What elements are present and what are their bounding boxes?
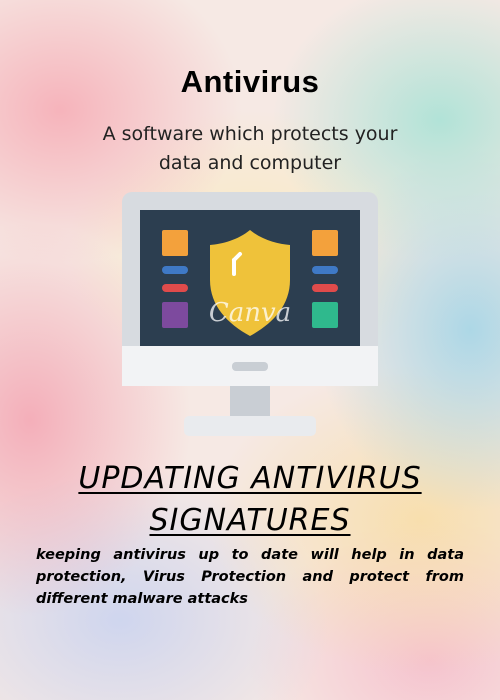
- bar-right-red: [312, 284, 338, 292]
- bar-right-blue: [312, 266, 338, 274]
- body-text: keeping antivirus up to date will help i…: [36, 547, 464, 607]
- monitor-chin-slot: [232, 362, 268, 371]
- poster-subtitle: A software which protects your data and …: [102, 123, 398, 174]
- tile-right-top: [312, 230, 338, 256]
- poster-title: Antivirus: [180, 64, 320, 99]
- section-heading: UPDATING ANTIVIRUS SIGNATURES: [78, 461, 422, 538]
- monitor-icon: [122, 192, 378, 442]
- tile-left-top: [162, 230, 188, 256]
- monitor-stand-base: [184, 416, 316, 436]
- tile-right-bottom: [312, 302, 338, 328]
- bar-left-blue: [162, 266, 188, 274]
- tile-left-bottom: [162, 302, 188, 328]
- bar-left-red: [162, 284, 188, 292]
